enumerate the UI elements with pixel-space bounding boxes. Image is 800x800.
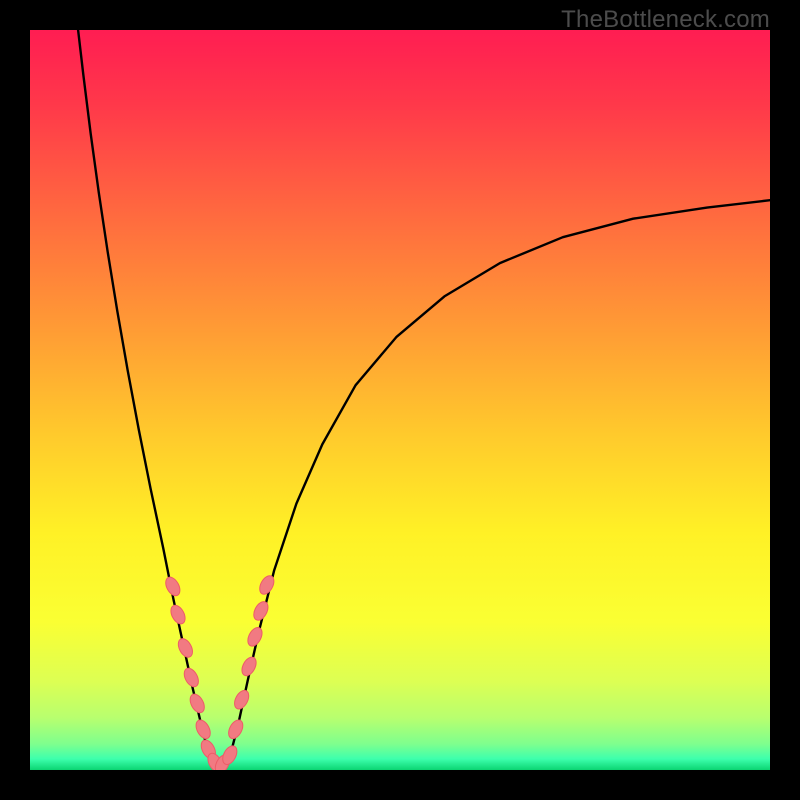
chart-svg: [30, 30, 770, 770]
watermark-text: TheBottleneck.com: [561, 6, 770, 34]
chart-frame: TheBottleneck.com: [0, 0, 800, 800]
gradient-background: [30, 30, 770, 770]
plot-area: [30, 30, 770, 770]
